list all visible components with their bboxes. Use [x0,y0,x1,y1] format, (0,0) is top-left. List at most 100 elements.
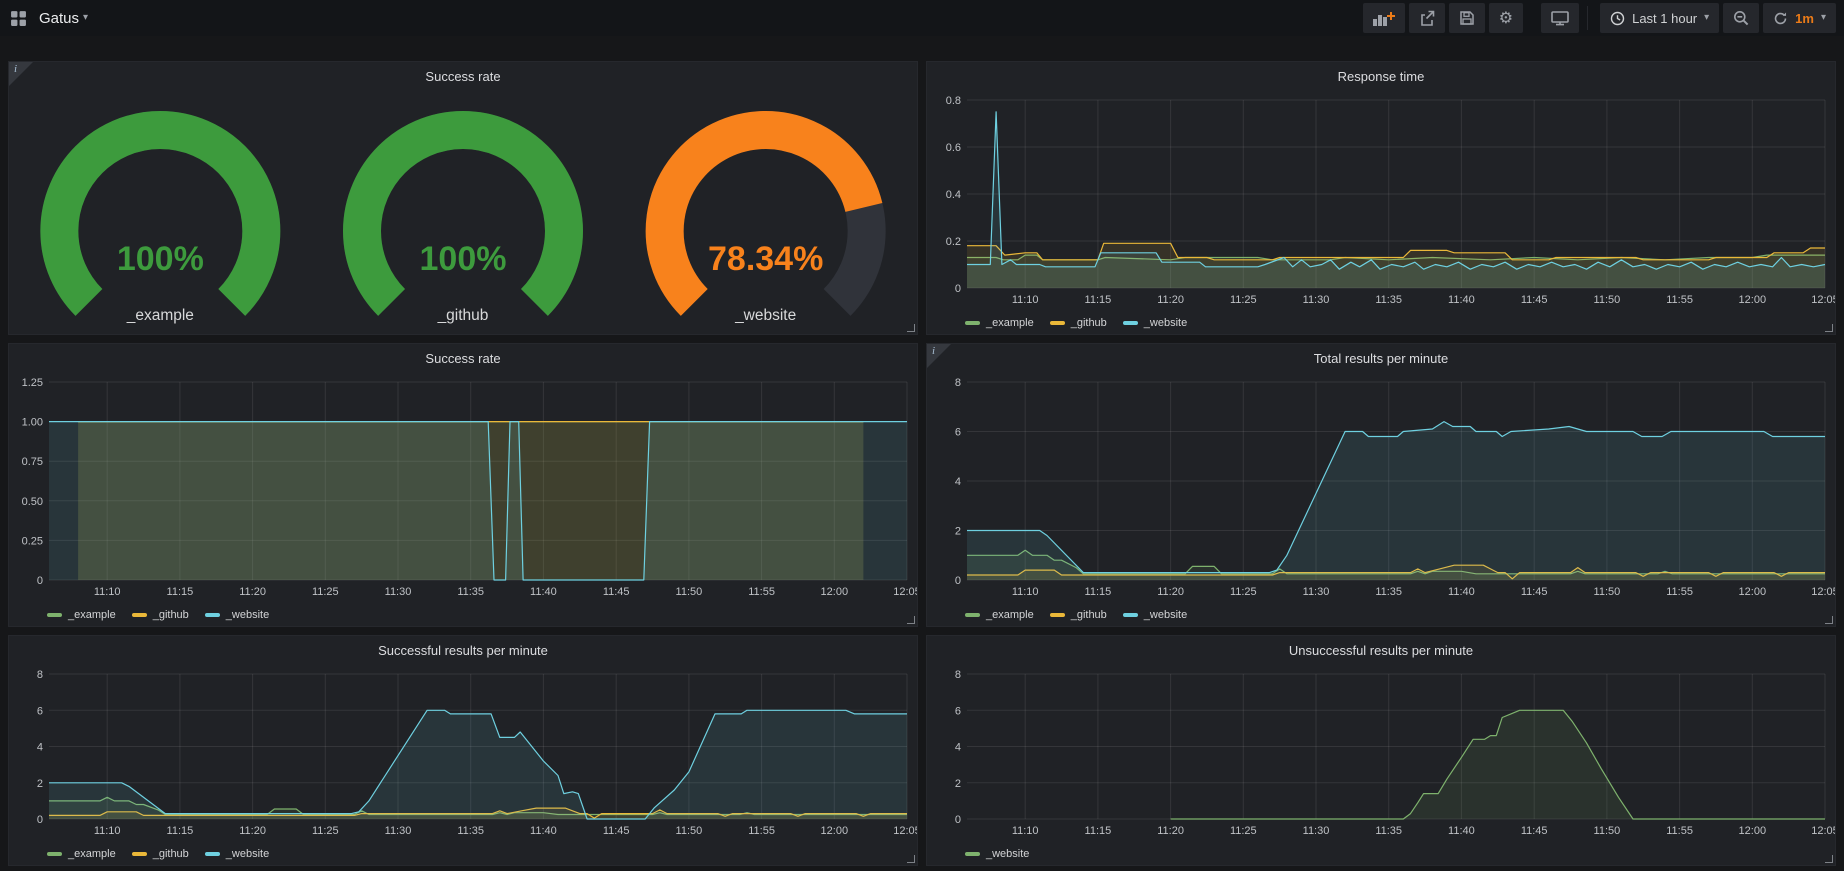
legend-label: _example [68,848,116,860]
legend-item-_github[interactable]: _github [1050,609,1107,621]
legend-swatch [47,852,62,856]
cycle-view-button[interactable] [1541,3,1579,33]
caret-down-icon[interactable]: ▾ [83,13,88,23]
successful-results-chart[interactable]: 0246811:1011:1511:2011:2511:3011:3511:40… [9,662,917,865]
apps-grid-icon[interactable] [10,10,27,27]
y-tick-label: 8 [955,377,961,389]
legend-swatch [205,852,220,856]
legend-item-_github[interactable]: _github [132,848,189,860]
legend-item-_website[interactable]: _website [205,609,269,621]
legend: _example _github _website [47,609,269,621]
legend-swatch [1050,321,1065,325]
gear-icon: ⚙ [1499,10,1513,26]
refresh-interval-label: 1m [1795,11,1814,26]
legend: _example _github _website [965,609,1187,621]
panel-resize-handle[interactable] [1825,616,1833,624]
legend-swatch [205,613,220,617]
x-tick-label: 11:15 [1085,294,1112,306]
total-results-chart[interactable]: 0246811:1011:1511:2011:2511:3011:3511:40… [927,370,1835,626]
legend-label: _github [1071,609,1107,621]
x-tick-label: 11:25 [1230,586,1257,598]
legend-item-_example[interactable]: _example [965,317,1034,329]
time-range-label: Last 1 hour [1632,11,1697,26]
x-tick-label: 12:00 [1739,586,1767,598]
series-area-_website [1171,710,1825,819]
x-tick-label: 11:40 [530,825,557,837]
legend-swatch [1123,321,1138,325]
panel-resize-handle[interactable] [1825,855,1833,863]
panel-title[interactable]: Success rate [9,69,917,84]
response-time-chart[interactable]: 00.20.40.60.811:1011:1511:2011:2511:3011… [927,88,1835,334]
panel-resize-handle[interactable] [907,616,915,624]
legend-item-_github[interactable]: _github [132,609,189,621]
panel-unsuccessful-results: Unsuccessful results per minute0246811:1… [926,635,1836,866]
panel-title[interactable]: Response time [927,69,1835,84]
legend-item-_example[interactable]: _example [47,609,116,621]
save-button[interactable] [1449,3,1485,33]
legend-swatch [1123,613,1138,617]
y-tick-label: 8 [955,669,961,681]
panel-resize-handle[interactable] [1825,324,1833,332]
legend-item-_example[interactable]: _example [965,609,1034,621]
x-tick-label: 11:55 [1666,294,1693,306]
x-tick-label: 11:40 [1448,586,1475,598]
x-tick-label: 11:15 [1085,586,1112,598]
x-tick-label: 11:45 [603,586,630,598]
x-tick-label: 11:35 [1375,825,1402,837]
legend-label: _github [1071,317,1107,329]
legend-item-_website[interactable]: _website [965,848,1029,860]
panel-total-results: Total results per minutei0246811:1011:15… [926,343,1836,627]
add-panel-button[interactable] [1363,3,1405,33]
panel-title[interactable]: Success rate [9,351,917,366]
legend-item-_github[interactable]: _github [1050,317,1107,329]
y-tick-label: 0.6 [946,142,961,154]
series-line-_github [967,243,1825,259]
series-area-_website [967,422,1825,580]
panel-info-corner[interactable] [9,62,33,86]
legend-swatch [965,613,980,617]
y-tick-label: 2 [955,526,961,538]
legend-item-_website[interactable]: _website [1123,317,1187,329]
legend-item-_website[interactable]: _website [205,848,269,860]
x-tick-label: 11:40 [1448,825,1475,837]
share-button[interactable] [1409,3,1445,33]
success-rate-graph-chart[interactable]: 00.250.500.751.001.2511:1011:1511:2011:2… [9,370,917,626]
settings-button[interactable]: ⚙ [1489,3,1523,33]
zoom-out-button[interactable] [1723,3,1759,33]
panel-resize-handle[interactable] [907,324,915,332]
panel-title[interactable]: Successful results per minute [9,643,917,658]
legend-swatch [965,321,980,325]
unsuccessful-results-chart[interactable]: 0246811:1011:1511:2011:2511:3011:3511:40… [927,662,1835,865]
panel-title[interactable]: Unsuccessful results per minute [927,643,1835,658]
panel-successful-results: Successful results per minute0246811:101… [8,635,918,866]
legend-label: _website [1144,609,1187,621]
x-tick-label: 11:15 [167,586,194,598]
x-tick-label: 11:10 [1012,294,1039,306]
legend-swatch [132,613,147,617]
x-tick-label: 11:10 [1012,825,1039,837]
x-tick-label: 11:45 [1521,586,1548,598]
x-tick-label: 11:50 [1594,294,1621,306]
x-tick-label: 11:20 [1157,294,1184,306]
x-tick-label: 12:05 [1811,825,1835,837]
legend-label: _github [153,609,189,621]
legend-item-_example[interactable]: _example [47,848,116,860]
dashboard-title[interactable]: Gatus [39,10,79,27]
y-tick-label: 4 [955,742,961,754]
panel-info-corner[interactable] [927,344,951,368]
series-area-_website [49,710,907,819]
x-tick-label: 12:05 [893,586,917,598]
panel-title[interactable]: Total results per minute [927,351,1835,366]
y-tick-label: 4 [37,742,43,754]
caret-down-icon: ▾ [1821,13,1826,23]
panel-resize-handle[interactable] [907,855,915,863]
legend: _website [965,848,1029,860]
add-panel-icon [1373,10,1395,26]
refresh-button[interactable]: 1m ▾ [1763,3,1836,33]
time-range-button[interactable]: Last 1 hour ▾ [1600,3,1719,33]
x-tick-label: 11:15 [167,825,194,837]
x-tick-label: 11:35 [457,825,484,837]
y-tick-label: 0.75 [22,456,43,468]
x-tick-label: 11:40 [530,586,557,598]
legend-item-_website[interactable]: _website [1123,609,1187,621]
